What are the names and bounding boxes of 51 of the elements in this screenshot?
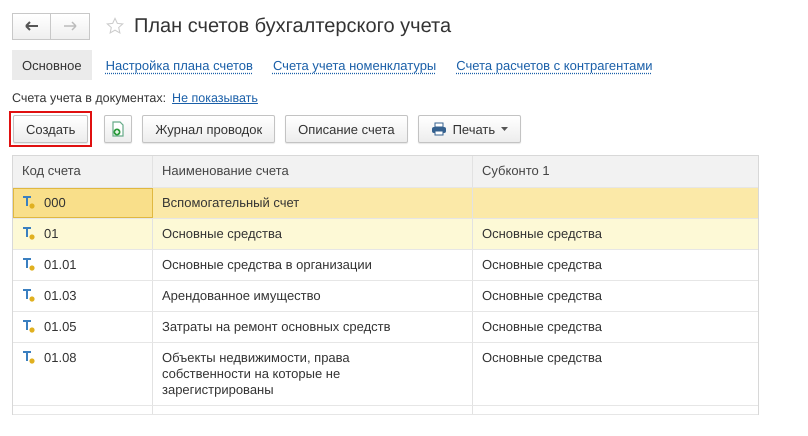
table-cell: 01.05 — [44, 319, 77, 335]
column-header[interactable]: Наименование счета — [153, 156, 473, 187]
documents-accounts-link[interactable]: Не показывать — [172, 91, 258, 105]
column-header[interactable]: Код счета — [13, 156, 153, 187]
table-row[interactable]: 01.01 Основные средства в организации Основные средства — [13, 250, 758, 281]
toolbar-button[interactable]: Создать — [13, 115, 88, 143]
toolbar-button[interactable]: Описание счета — [285, 115, 408, 143]
table-row[interactable]: 01.03 Арендованное имущество Основные средства — [13, 281, 758, 312]
add-document-icon — [111, 121, 126, 137]
table-row[interactable]: 01.05 Затраты на ремонт основных средств Основные средства — [13, 312, 758, 343]
table-cell: 01.03 — [44, 288, 77, 304]
table-row[interactable]: 000 Вспомогательный счет — [13, 188, 758, 219]
table-cell: Арендованное имущество — [162, 288, 321, 304]
table-cell-text: Объекты недвижимости, права собственности на которые не зарегистрированы — [162, 350, 351, 398]
account-type-icon — [22, 257, 36, 271]
table-cell: Основные средства — [482, 288, 602, 304]
back-button[interactable] — [12, 12, 51, 40]
tab[interactable]: Счета расчетов с контрагентами — [450, 50, 659, 80]
account-type-icon — [22, 195, 36, 209]
documents-accounts-label: Счета учета в документах: — [12, 91, 166, 105]
print-menu-button[interactable]: Печать — [418, 115, 522, 143]
table-cell: 01 — [44, 226, 58, 242]
table-cell: Затраты на ремонт основных средств — [162, 319, 391, 335]
table-cell: Основные средства — [482, 257, 602, 273]
table-cell: Основные средства — [482, 350, 602, 366]
printer-icon — [430, 122, 447, 136]
table-cell: 01.01 — [44, 257, 77, 273]
forward-arrow-icon — [63, 21, 77, 31]
table-cell: 000 — [44, 195, 66, 211]
star-icon[interactable] — [106, 17, 124, 35]
tab[interactable]: Основное — [12, 50, 92, 80]
tab[interactable]: Счета учета номенклатуры — [266, 50, 442, 80]
add-file-button[interactable] — [104, 115, 132, 143]
toolbar-button[interactable]: Журнал проводок — [142, 115, 276, 143]
back-arrow-icon — [24, 21, 38, 31]
table-cell: Основные средства в организации — [162, 257, 372, 273]
window-title: План счетов бухгалтерского учета — [134, 14, 452, 38]
table-cell: Основные средства — [482, 226, 602, 242]
account-type-icon — [22, 226, 36, 240]
column-header[interactable]: Субконто 1 — [473, 156, 758, 187]
table-cell: Основные средства — [482, 319, 602, 335]
table-row[interactable]: 01.08 Объекты недвижимости, права собственности на которые не зарегистрированы Основные средства — [13, 343, 758, 406]
table-cell: 01.08 — [44, 350, 77, 366]
account-type-icon — [22, 288, 36, 302]
table-row[interactable]: 01 Основные средства Основные средства — [13, 219, 758, 250]
table-cell: Основные средства — [162, 226, 282, 242]
tab[interactable]: Настройка плана счетов — [100, 50, 259, 80]
caret-icon — [501, 127, 508, 131]
account-type-icon — [22, 350, 36, 364]
account-type-icon — [22, 319, 36, 333]
table-cell: Вспомогательный счет — [162, 195, 300, 211]
